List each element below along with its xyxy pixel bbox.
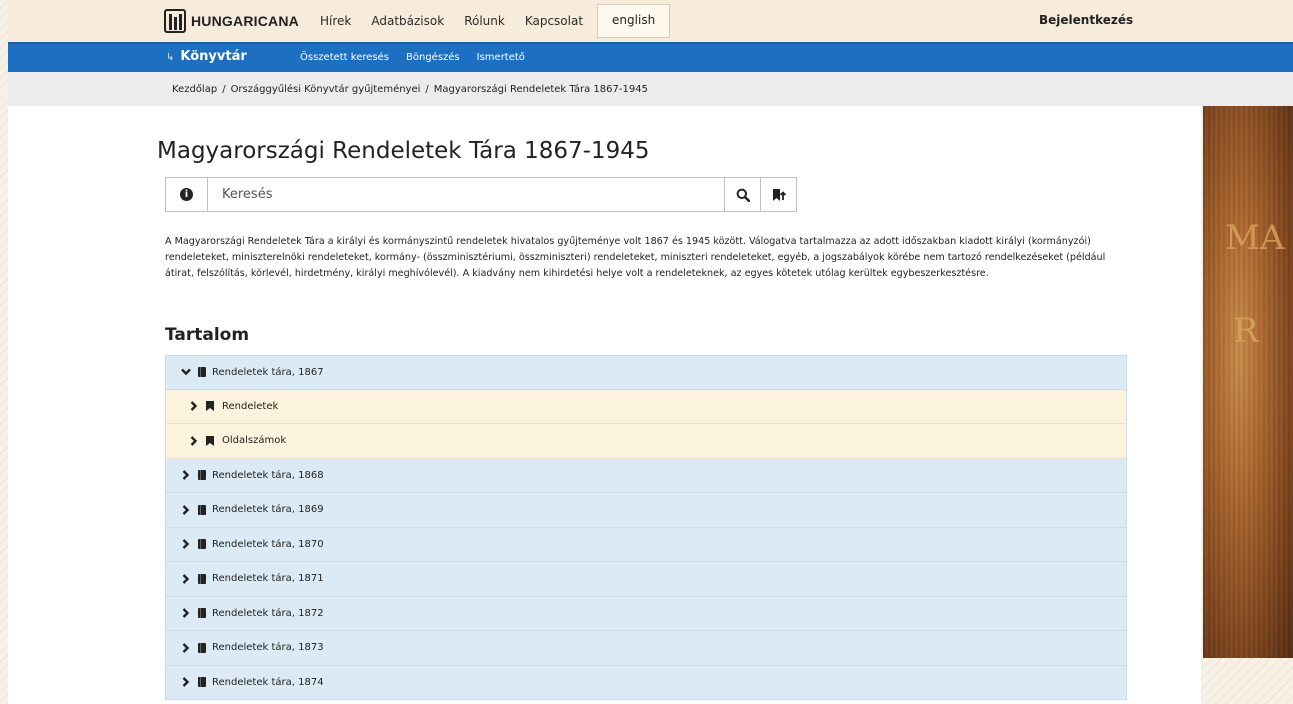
top-bar: HUNGARICANA Hírek Adatbázisok Rólunk Kap…	[8, 0, 1293, 42]
info-icon: i	[180, 188, 193, 201]
library-subnav: ↳ Könyvtár Összetett keresés Böngészés Is…	[8, 42, 1293, 72]
contents-heading: Tartalom	[165, 325, 250, 345]
subnav-links: Összetett keresés Böngészés Ismertető	[300, 52, 542, 63]
chevron-right-icon[interactable]	[180, 573, 192, 584]
tree-row-1872[interactable]: Rendeletek tára, 1872	[165, 596, 1127, 631]
collection-description: A Magyarországi Rendeletek Tára a király…	[165, 236, 1106, 279]
bookmark-icon	[206, 401, 214, 412]
tree-item-label: Rendeletek tára, 1869	[212, 504, 324, 516]
tree-row-1870[interactable]: Rendeletek tára, 1870	[165, 527, 1127, 562]
bookmark-search-button[interactable]	[760, 178, 796, 211]
login-link[interactable]: Bejelentkezés	[1039, 13, 1133, 27]
tree-row-1873[interactable]: Rendeletek tára, 1873	[165, 631, 1127, 666]
hungaricana-logo-icon	[164, 9, 186, 33]
library-link[interactable]: ↳ Könyvtár	[166, 49, 247, 64]
tree-row-oldalszamok[interactable]: Oldalszámok	[165, 424, 1127, 459]
tree-row-rendeletek[interactable]: Rendeletek	[165, 389, 1127, 424]
book-icon	[198, 470, 206, 481]
breadcrumb-current: Magyarországi Rendeletek Tára 1867-1945	[433, 84, 648, 95]
search-input[interactable]	[208, 178, 724, 211]
tree-row-1871[interactable]: Rendeletek tára, 1871	[165, 562, 1127, 597]
tree-item-label: Rendeletek	[222, 400, 279, 412]
nav-link-adatbazisok[interactable]: Adatbázisok	[371, 14, 444, 28]
tree-item-label: Rendeletek tára, 1872	[212, 607, 324, 619]
subnav-browse[interactable]: Böngészés	[406, 52, 460, 63]
chevron-right-icon[interactable]	[188, 435, 200, 446]
book-icon	[198, 504, 206, 515]
search-info-button[interactable]: i	[166, 178, 208, 211]
book-icon	[198, 573, 206, 584]
top-nav: Hírek Adatbázisok Rólunk Kapcsolat engli…	[320, 0, 671, 42]
chevron-right-icon[interactable]	[180, 608, 192, 619]
subnav-advanced-search[interactable]: Összetett keresés	[300, 52, 389, 63]
bookmark-arrow-icon	[772, 188, 786, 201]
breadcrumb-separator: /	[222, 84, 226, 95]
nav-link-rolunk[interactable]: Rólunk	[464, 14, 505, 28]
tree-item-label: Rendeletek tára, 1868	[212, 469, 324, 481]
contents-tree: Rendeletek tára, 1867 Rendeletek Oldalsz…	[165, 355, 1127, 700]
library-label: Könyvtár	[180, 49, 247, 64]
breadcrumb-home[interactable]: Kezdőlap	[172, 84, 217, 95]
chevron-right-icon[interactable]	[180, 539, 192, 550]
page-title: Magyarországi Rendeletek Tára 1867-1945	[157, 138, 650, 164]
search-icon	[736, 188, 750, 202]
chevron-right-icon[interactable]	[180, 504, 192, 515]
search-bar: i	[165, 177, 797, 212]
logo-text: HUNGARICANA	[191, 13, 299, 29]
chevron-right-icon[interactable]	[180, 642, 192, 653]
tree-row-1874[interactable]: Rendeletek tára, 1874	[165, 665, 1127, 700]
tree-item-label: Rendeletek tára, 1873	[212, 642, 324, 654]
nav-link-kapcsolat[interactable]: Kapcsolat	[525, 14, 583, 28]
subnav-about[interactable]: Ismertető	[477, 52, 525, 63]
book-icon	[198, 367, 206, 378]
chevron-right-icon[interactable]	[180, 677, 192, 688]
chevron-right-icon[interactable]	[180, 470, 192, 481]
hungaricana-logo[interactable]: HUNGARICANA	[164, 9, 299, 33]
tree-item-label: Rendeletek tára, 1871	[212, 573, 324, 585]
tree-item-label: Oldalszámok	[222, 435, 287, 447]
sub-arrow-icon: ↳	[166, 52, 175, 63]
tree-item-label: Rendeletek tára, 1874	[212, 676, 324, 688]
book-icon	[198, 539, 206, 550]
bookmark-icon	[206, 435, 214, 446]
tree-row-1868[interactable]: Rendeletek tára, 1868	[165, 458, 1127, 493]
tree-row-1867[interactable]: Rendeletek tára, 1867	[165, 355, 1127, 390]
nav-link-hirek[interactable]: Hírek	[320, 14, 351, 28]
book-spine-photo: MA R	[1203, 106, 1293, 658]
search-button[interactable]	[724, 178, 760, 211]
book-icon	[198, 608, 206, 619]
tree-row-1869[interactable]: Rendeletek tára, 1869	[165, 493, 1127, 528]
book-icon	[198, 642, 206, 653]
chevron-down-icon[interactable]	[180, 368, 192, 376]
photo-lettering: R	[1233, 311, 1259, 351]
chevron-right-icon[interactable]	[188, 401, 200, 412]
photo-lettering: MA	[1225, 218, 1285, 258]
book-icon	[198, 677, 206, 688]
language-switch-button[interactable]: english	[597, 4, 671, 38]
breadcrumb-collections[interactable]: Országgyűlési Könyvtár gyűjteményei	[231, 84, 421, 95]
breadcrumb-separator: /	[425, 84, 429, 95]
tree-item-label: Rendeletek tára, 1870	[212, 538, 324, 550]
tree-item-label: Rendeletek tára, 1867	[212, 366, 324, 378]
breadcrumb: Kezdőlap / Országgyűlési Könyvtár gyűjtemé…	[172, 84, 648, 95]
breadcrumb-bar: Kezdőlap / Országgyűlési Könyvtár gyűjtemé…	[8, 72, 1293, 106]
